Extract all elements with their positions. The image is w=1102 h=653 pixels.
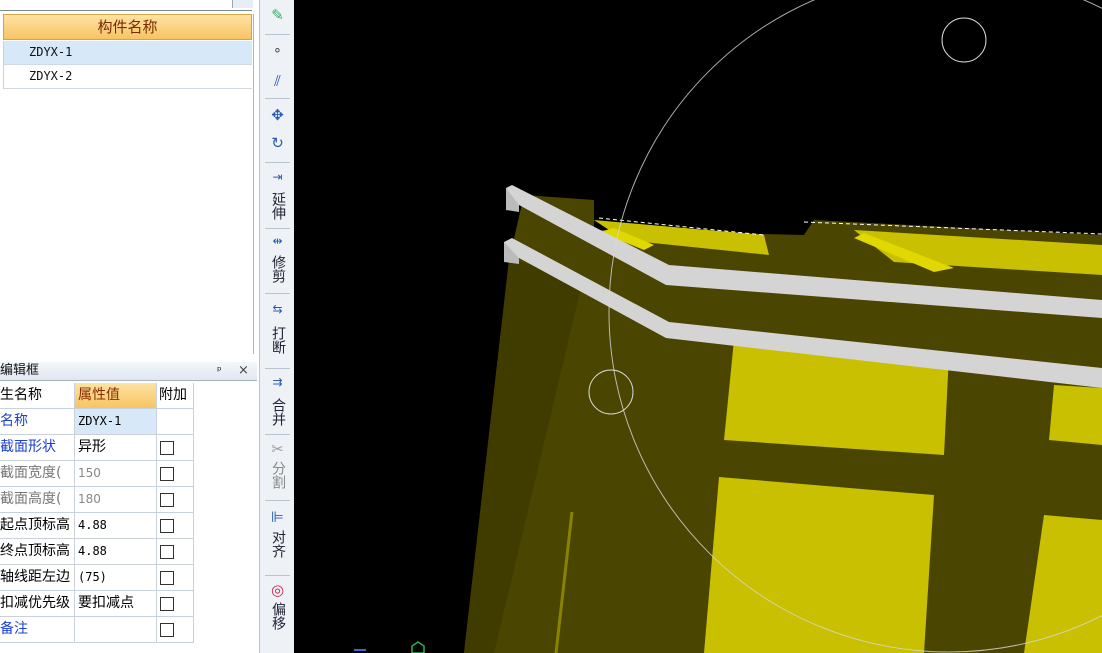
- checkbox[interactable]: [160, 571, 174, 585]
- copy-icon[interactable]: ⚬: [260, 44, 295, 59]
- property-value[interactable]: [75, 617, 157, 643]
- component-list: 构件名称 ZDYX-1 ZDYX-2: [0, 14, 254, 354]
- align-button[interactable]: 对齐: [269, 530, 286, 558]
- checkbox[interactable]: [160, 467, 174, 481]
- split-button[interactable]: 分割: [269, 461, 286, 489]
- property-name: 扣减优先级: [0, 591, 75, 617]
- checkbox[interactable]: [160, 623, 174, 637]
- mirror-icon[interactable]: ⫽: [260, 72, 295, 90]
- property-name: 轴线距左边: [0, 565, 75, 591]
- split-icon[interactable]: ✂: [260, 440, 295, 458]
- panel-yellow: [1049, 385, 1102, 445]
- property-name: 备注: [0, 617, 75, 643]
- property-add-cell: [157, 539, 194, 565]
- trim-icon[interactable]: ⇹: [260, 234, 295, 248]
- pin-icon[interactable]: ᵖ: [217, 362, 222, 380]
- property-name: 截面形状: [0, 435, 75, 461]
- break-icon[interactable]: ⇆: [260, 302, 295, 316]
- property-add-cell: [157, 409, 194, 435]
- property-panel-title: 编辑框: [0, 363, 40, 378]
- column-header-name: 生名称: [0, 383, 75, 409]
- checkbox[interactable]: [160, 545, 174, 559]
- edit-toolbar: ✎ ⚬ ⫽ ✥ ↻ ⇥ 延伸 ⇹ 修剪 ⇆ 打断 ⇉ 合并 ✂ 分割 ⊫ 对齐 …: [259, 0, 296, 653]
- property-value[interactable]: 180: [75, 487, 157, 513]
- list-item[interactable]: ZDYX-2: [3, 65, 252, 89]
- property-value[interactable]: 150: [75, 461, 157, 487]
- property-add-cell: [157, 591, 194, 617]
- brush-icon[interactable]: ✎: [260, 6, 295, 24]
- orbit-handle-top: [941, 17, 987, 63]
- move-icon[interactable]: ✥: [260, 106, 295, 124]
- property-add-cell: [157, 487, 194, 513]
- property-name: 截面宽度(: [0, 461, 75, 487]
- checkbox[interactable]: [160, 597, 174, 611]
- extend-icon[interactable]: ⇥: [260, 170, 295, 184]
- property-name: 截面高度(: [0, 487, 75, 513]
- property-panel-titlebar: 编辑框 ᵖ ×: [0, 362, 257, 381]
- property-add-cell: [157, 513, 194, 539]
- property-value[interactable]: 4.88: [75, 539, 157, 565]
- property-value[interactable]: 4.88: [75, 513, 157, 539]
- left-panel: 构件名称 ZDYX-1 ZDYX-2 编辑框 ᵖ × 生名称 属性值 附加 名称…: [0, 0, 259, 653]
- align-icon[interactable]: ⊫: [260, 508, 295, 526]
- close-icon[interactable]: ×: [238, 362, 249, 380]
- property-name: 名称: [0, 409, 75, 435]
- model-canvas: [354, 0, 1102, 653]
- extend-button[interactable]: 延伸: [269, 192, 286, 220]
- property-name: 起点顶标高: [0, 513, 75, 539]
- property-value[interactable]: (75): [75, 565, 157, 591]
- property-add-cell: [157, 565, 194, 591]
- list-item[interactable]: ZDYX-1: [3, 41, 252, 65]
- property-value[interactable]: 要扣减点: [75, 591, 157, 617]
- 3d-viewport[interactable]: [294, 0, 1102, 653]
- property-add-cell: [157, 461, 194, 487]
- property-add-cell: [157, 435, 194, 461]
- component-list-header[interactable]: 构件名称: [3, 14, 252, 40]
- column-header-value: 属性值: [75, 383, 157, 409]
- property-add-cell: [157, 617, 194, 643]
- merge-icon[interactable]: ⇉: [260, 375, 295, 389]
- property-value[interactable]: 异形: [75, 435, 157, 461]
- property-name: 终点顶标高: [0, 539, 75, 565]
- checkbox[interactable]: [160, 441, 174, 455]
- merge-button[interactable]: 合并: [269, 398, 286, 426]
- property-value[interactable]: ZDYX-1: [75, 409, 157, 435]
- rotate-icon[interactable]: ↻: [260, 134, 295, 152]
- trim-button[interactable]: 修剪: [269, 255, 286, 283]
- checkbox[interactable]: [160, 493, 174, 507]
- offset-button[interactable]: 偏移: [269, 602, 286, 630]
- search-button[interactable]: [232, 0, 253, 8]
- offset-icon[interactable]: ◎: [260, 581, 295, 599]
- property-grid: 生名称 属性值 附加 名称 ZDYX-1 截面形状 异形 截面宽度( 150 截…: [0, 383, 257, 653]
- column-header-add: 附加: [157, 383, 194, 409]
- break-button[interactable]: 打断: [269, 326, 286, 354]
- search-input[interactable]: [0, 0, 252, 11]
- checkbox[interactable]: [160, 519, 174, 533]
